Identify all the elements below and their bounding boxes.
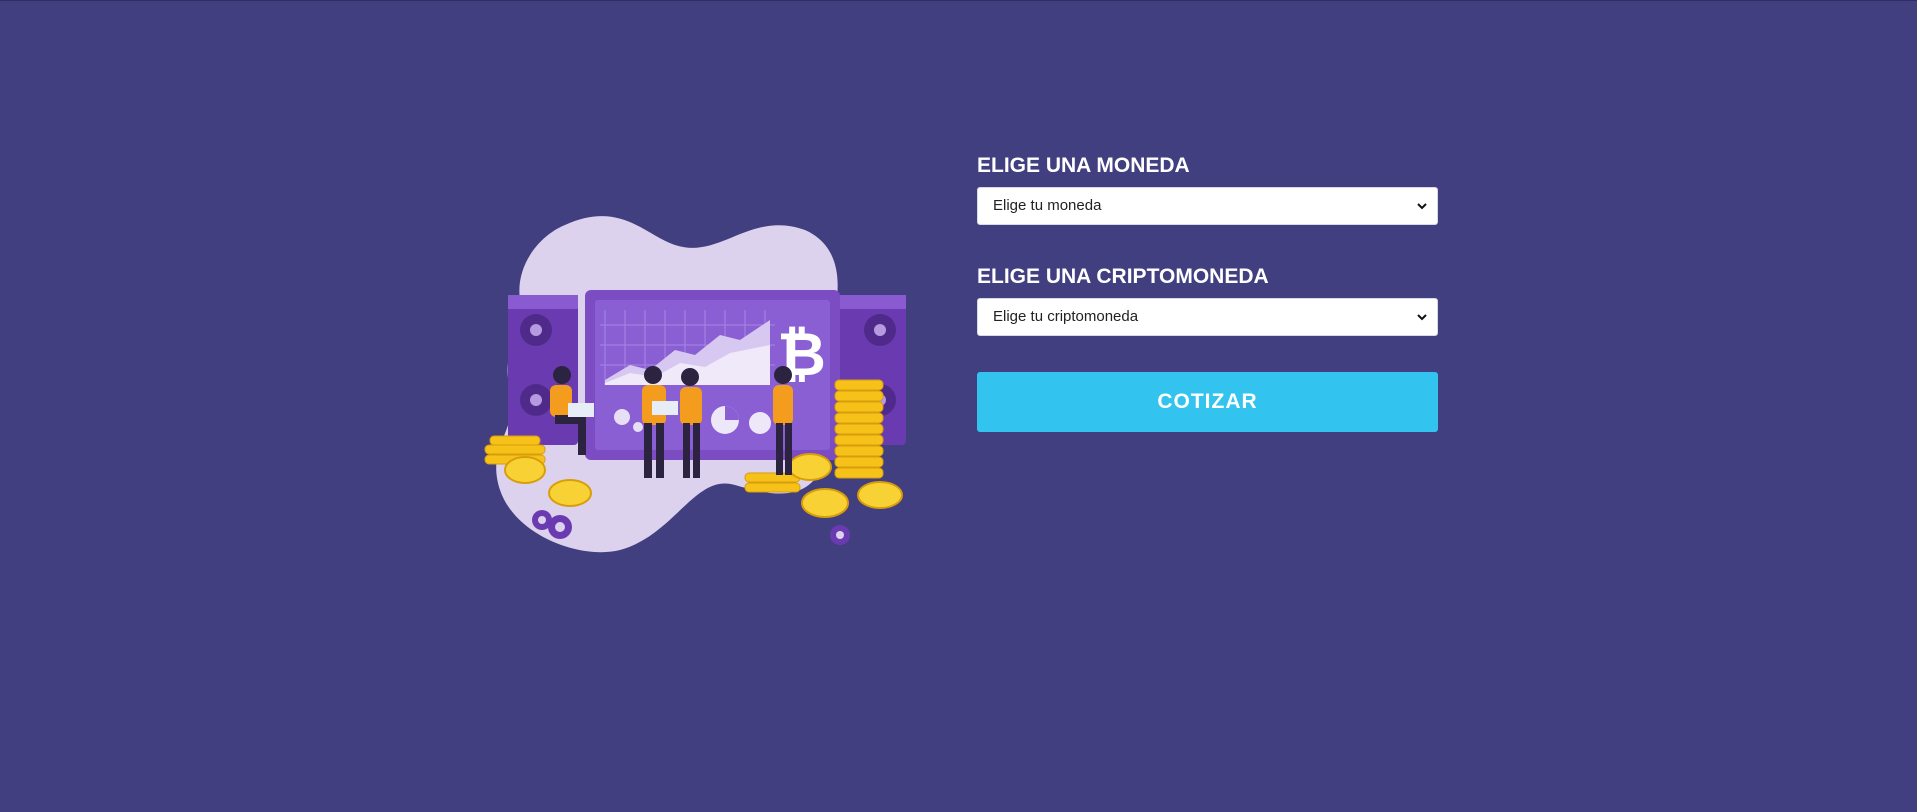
- crypto-select[interactable]: Elige tu criptomoneda: [977, 298, 1438, 336]
- cotizar-button[interactable]: COTIZAR: [977, 372, 1438, 432]
- currency-select[interactable]: Elige tu moneda: [977, 187, 1438, 225]
- crypto-select-value: Elige tu criptomoneda: [993, 308, 1139, 325]
- top-border: [0, 0, 1917, 1]
- crypto-label: ELIGE UNA CRIPTOMONEDA: [977, 265, 1269, 288]
- currency-select-value: Elige tu moneda: [993, 197, 1102, 214]
- quote-form: ELIGE UNA MONEDA Elige tu moneda ELIGE U…: [977, 154, 1438, 432]
- crypto-illustration: ₿: [484, 216, 906, 553]
- chevron-down-icon: [1417, 203, 1427, 210]
- chevron-down-icon: [1417, 314, 1427, 321]
- currency-label: ELIGE UNA MONEDA: [977, 154, 1190, 177]
